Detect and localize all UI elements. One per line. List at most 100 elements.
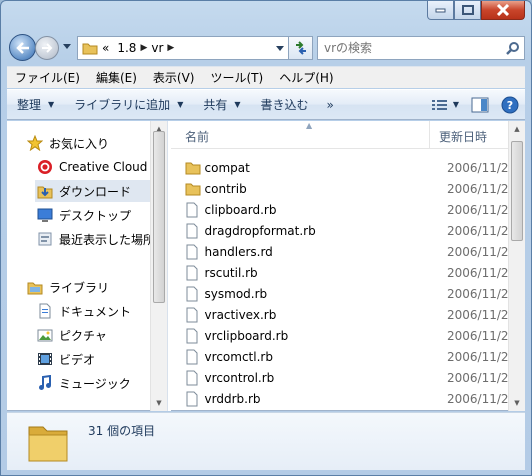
nav-libraries-label: ライブラリ <box>49 280 110 295</box>
help-button[interactable]: ? <box>495 96 525 114</box>
search-icon[interactable] <box>502 41 524 55</box>
list-item[interactable]: vrcomctl.rb 2006/11/21 <box>185 346 525 367</box>
column-divider[interactable] <box>429 121 430 149</box>
list-item[interactable]: dragdropformat.rb 2006/11/21 <box>185 220 525 241</box>
nav-creative-cloud[interactable]: Creative Cloud <box>35 156 167 178</box>
chevron-down-icon: ▼ <box>177 100 184 109</box>
nav-recent-places[interactable]: 最近表示した場所 <box>35 228 167 250</box>
file-icon <box>185 223 205 239</box>
menu-bar: ファイル(E) 編集(E) 表示(V) ツール(T) ヘルプ(H) <box>7 66 525 88</box>
folder-icon <box>82 43 98 55</box>
breadcrumb-1-8[interactable]: 1.8 <box>117 41 136 55</box>
change-view-button[interactable]: ▼ <box>425 98 465 112</box>
preview-pane-icon <box>471 97 489 112</box>
organize-button[interactable]: 整理 ▼ <box>7 90 64 119</box>
file-name: vrcontrol.rb <box>204 370 275 385</box>
file-name: vractivex.rb <box>204 307 277 322</box>
file-list-scrollbar[interactable]: ▲ ▼ <box>508 121 525 411</box>
nav-desktop[interactable]: デスクトップ <box>35 204 167 226</box>
file-icon <box>185 370 205 386</box>
navigation-bar: « 1.8 ▶ vr ▶ <box>7 32 525 64</box>
nav-documents[interactable]: ドキュメント <box>35 300 167 322</box>
breadcrumb-vr[interactable]: vr <box>151 41 163 55</box>
file-name: compat <box>204 160 250 175</box>
nav-downloads[interactable]: ダウンロード <box>35 180 167 202</box>
file-icon <box>185 265 205 281</box>
scroll-down-icon[interactable]: ▼ <box>509 395 525 411</box>
more-commands-button[interactable]: » <box>319 98 342 112</box>
file-icon <box>185 202 205 218</box>
share-button[interactable]: 共有 ▼ <box>193 90 250 119</box>
creative-cloud-icon <box>35 159 55 175</box>
scroll-up-icon[interactable]: ▲ <box>509 121 525 137</box>
file-list-pane: ▲ 名前 更新日時 compat 2006/11/21 contrib 2006… <box>171 121 525 411</box>
list-item[interactable]: clipboard.rb 2006/11/21 <box>185 199 525 220</box>
nav-favorites-label: お気に入り <box>49 136 110 151</box>
list-item[interactable]: handlers.rd 2006/11/21 <box>185 241 525 262</box>
file-name: clipboard.rb <box>204 202 277 217</box>
minimize-button[interactable] <box>427 1 454 20</box>
search-box[interactable] <box>317 36 525 60</box>
menu-tools[interactable]: ツール(T) <box>202 69 271 86</box>
video-icon <box>35 351 55 367</box>
file-name: dragdropformat.rb <box>204 223 316 238</box>
preview-pane-button[interactable] <box>465 97 495 113</box>
history-dropdown-icon[interactable] <box>63 44 71 49</box>
item-count: 31 個の項目 <box>88 424 156 438</box>
file-name: sysmod.rb <box>204 286 268 301</box>
file-icon <box>185 286 205 302</box>
sort-ascending-icon: ▲ <box>306 121 313 130</box>
column-name[interactable]: 名前 <box>185 128 209 145</box>
list-item[interactable]: vrcontrol.rb 2006/11/21 <box>185 367 525 388</box>
close-icon <box>496 4 510 16</box>
menu-edit[interactable]: 編集(E) <box>88 69 145 86</box>
menu-view[interactable]: 表示(V) <box>145 69 203 86</box>
file-icon <box>185 244 205 260</box>
list-item[interactable]: sysmod.rb 2006/11/21 <box>185 283 525 304</box>
file-list-scroll-thumb[interactable] <box>511 141 523 241</box>
search-input[interactable] <box>318 38 502 58</box>
folder-icon <box>25 421 71 466</box>
details-pane: 31 個の項目 <box>7 412 525 470</box>
scroll-down-icon[interactable]: ▼ <box>151 395 167 411</box>
list-item[interactable]: compat 2006/11/21 <box>185 157 525 178</box>
nav-videos[interactable]: ビデオ <box>35 348 167 370</box>
nav-music[interactable]: ミュージック <box>35 372 167 394</box>
content-area: お気に入り Creative Cloud ダウンロード デスクトップ 最近表示し… <box>7 121 525 411</box>
breadcrumb-overflow[interactable]: « <box>102 41 109 55</box>
burn-button[interactable]: 書き込む <box>251 90 319 119</box>
list-item[interactable]: rscutil.rb 2006/11/21 <box>185 262 525 283</box>
forward-button[interactable] <box>35 36 59 60</box>
nav-documents-label: ドキュメント <box>59 304 132 319</box>
nav-pictures[interactable]: ピクチャ <box>35 324 167 346</box>
nav-favorites[interactable]: お気に入り <box>25 132 167 154</box>
back-button[interactable] <box>9 34 36 61</box>
file-name: handlers.rd <box>204 244 273 259</box>
address-dropdown-button[interactable] <box>271 37 288 59</box>
file-icon <box>185 307 205 323</box>
menu-file[interactable]: ファイル(E) <box>7 69 88 86</box>
nav-libraries[interactable]: ライブラリ <box>25 276 167 298</box>
list-item[interactable]: vractivex.rb 2006/11/21 <box>185 304 525 325</box>
refresh-icon <box>295 41 306 55</box>
list-item[interactable]: vrddrb.rb 2006/11/21 <box>185 388 525 409</box>
picture-icon <box>35 327 55 343</box>
navigation-scrollbar[interactable]: ▲ ▼ <box>150 121 167 411</box>
list-item[interactable]: contrib 2006/11/21 <box>185 178 525 199</box>
column-date-modified[interactable]: 更新日時 <box>439 128 487 145</box>
navigation-scroll-thumb[interactable] <box>153 131 165 303</box>
address-bar[interactable]: « 1.8 ▶ vr ▶ <box>77 36 289 60</box>
chevron-right-icon[interactable]: ▶ <box>140 43 147 53</box>
add-to-library-button[interactable]: ライブラリに追加 ▼ <box>64 90 193 119</box>
maximize-button[interactable] <box>454 1 481 20</box>
list-item[interactable]: vrclipboard.rb 2006/11/21 <box>185 325 525 346</box>
column-header: ▲ 名前 更新日時 <box>171 121 508 149</box>
menu-help[interactable]: ヘルプ(H) <box>271 69 341 86</box>
close-button[interactable] <box>481 1 525 20</box>
chevron-right-icon[interactable]: ▶ <box>167 43 174 53</box>
chevron-down-icon: ▼ <box>234 100 241 109</box>
forward-arrow-icon <box>42 43 53 53</box>
refresh-button[interactable] <box>289 36 313 60</box>
file-name: contrib <box>204 181 247 196</box>
nav-downloads-label: ダウンロード <box>59 184 132 199</box>
